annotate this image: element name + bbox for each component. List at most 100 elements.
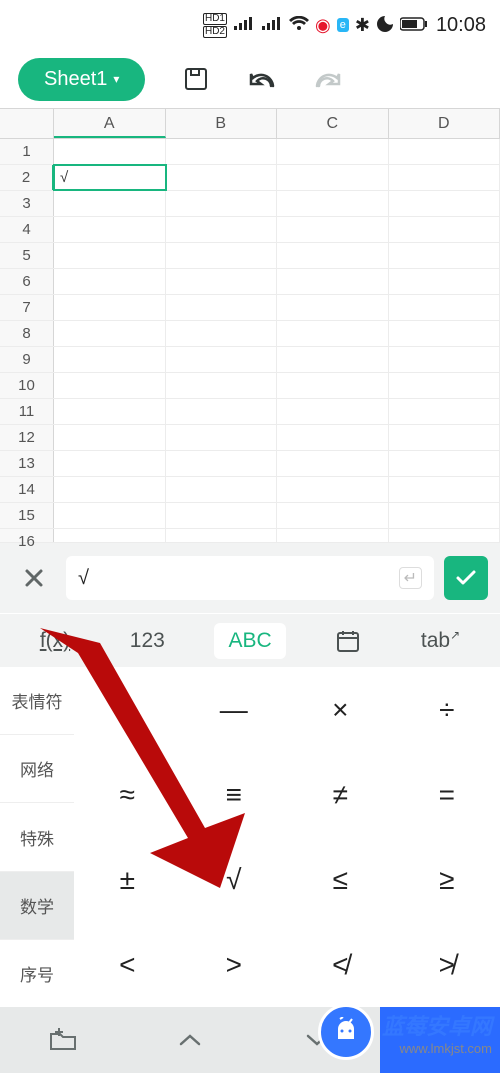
mode-abc[interactable]: ABC — [214, 623, 285, 659]
cell[interactable] — [389, 269, 500, 294]
row-header[interactable]: 12 — [0, 425, 54, 450]
cat-math[interactable]: 数学 — [0, 872, 74, 940]
cell[interactable] — [166, 191, 278, 216]
row-header[interactable]: 4 — [0, 217, 54, 242]
cell[interactable] — [166, 321, 278, 346]
cell[interactable] — [389, 503, 500, 528]
cell[interactable] — [166, 165, 278, 190]
col-header-A[interactable]: A — [54, 109, 166, 138]
cell[interactable] — [389, 451, 500, 476]
cell[interactable] — [389, 529, 500, 542]
cell[interactable] — [166, 243, 278, 268]
cell[interactable] — [277, 321, 389, 346]
key-sqrt[interactable]: √ — [181, 837, 288, 922]
col-header-B[interactable]: B — [166, 109, 278, 138]
cell[interactable] — [54, 503, 166, 528]
cell[interactable] — [166, 477, 278, 502]
cell[interactable] — [389, 347, 500, 372]
col-header-D[interactable]: D — [389, 109, 500, 138]
key-nlt[interactable]: ≮ — [287, 922, 394, 1007]
cell[interactable] — [389, 165, 500, 190]
cell[interactable] — [54, 139, 166, 164]
cell[interactable] — [54, 425, 166, 450]
row-header[interactable]: 15 — [0, 503, 54, 528]
undo-icon[interactable] — [247, 64, 277, 94]
row-header[interactable]: 8 — [0, 321, 54, 346]
key-notequal[interactable]: ≠ — [287, 752, 394, 837]
row-header[interactable]: 2 — [0, 165, 54, 190]
cat-emoji[interactable]: 表情符 — [0, 667, 74, 735]
cat-network[interactable]: 网络 — [0, 735, 74, 803]
spreadsheet-grid[interactable]: A B C D 1 2√ 3 4 5 6 7 8 9 10 11 12 13 1… — [0, 108, 500, 543]
key-divide[interactable]: ÷ — [394, 667, 500, 752]
cell[interactable] — [166, 451, 278, 476]
cell[interactable] — [54, 295, 166, 320]
sheet-tab[interactable]: Sheet1 ▾ — [18, 58, 145, 101]
row-header[interactable]: 7 — [0, 295, 54, 320]
row-header[interactable]: 11 — [0, 399, 54, 424]
cell[interactable] — [166, 217, 278, 242]
key-ngt[interactable]: ≯ — [394, 922, 500, 1007]
mode-123[interactable]: 123 — [120, 625, 175, 657]
cell[interactable] — [277, 217, 389, 242]
cell[interactable] — [166, 139, 278, 164]
nav-down[interactable] — [253, 1033, 380, 1047]
nav-up[interactable] — [127, 1033, 254, 1047]
cell[interactable] — [54, 399, 166, 424]
close-button[interactable] — [12, 556, 56, 600]
cell[interactable] — [389, 217, 500, 242]
row-header[interactable]: 3 — [0, 191, 54, 216]
key-equal[interactable]: = — [394, 752, 500, 837]
cell[interactable] — [277, 503, 389, 528]
row-header[interactable]: 5 — [0, 243, 54, 268]
key-plusminus[interactable]: ± — [74, 837, 181, 922]
cell[interactable] — [54, 451, 166, 476]
nav-action[interactable] — [380, 1007, 500, 1073]
key-gt[interactable]: > — [181, 922, 288, 1007]
key-minus[interactable]: — — [181, 667, 288, 752]
cell[interactable] — [389, 243, 500, 268]
mode-date[interactable] — [325, 624, 371, 658]
row-header[interactable]: 14 — [0, 477, 54, 502]
cell[interactable] — [277, 295, 389, 320]
confirm-button[interactable] — [444, 556, 488, 600]
cell[interactable] — [166, 269, 278, 294]
cell[interactable] — [277, 425, 389, 450]
cell[interactable] — [54, 243, 166, 268]
cell[interactable] — [54, 529, 166, 542]
row-header[interactable]: 1 — [0, 139, 54, 164]
save-icon[interactable] — [181, 64, 211, 94]
formula-input[interactable]: √ ↵ — [66, 556, 434, 600]
cell[interactable] — [389, 295, 500, 320]
redo-icon[interactable] — [313, 64, 343, 94]
cell[interactable] — [277, 269, 389, 294]
cell[interactable] — [54, 217, 166, 242]
cell[interactable] — [166, 373, 278, 398]
cell[interactable] — [166, 399, 278, 424]
cell[interactable] — [54, 321, 166, 346]
cell[interactable] — [277, 191, 389, 216]
cell[interactable] — [166, 529, 278, 542]
cell[interactable] — [277, 347, 389, 372]
key-lt[interactable]: < — [74, 922, 181, 1007]
cell[interactable] — [277, 243, 389, 268]
cell[interactable] — [166, 347, 278, 372]
row-header[interactable]: 16 — [0, 529, 54, 542]
cell[interactable] — [54, 269, 166, 294]
cell[interactable] — [389, 191, 500, 216]
grid-corner[interactable] — [0, 109, 54, 138]
cell[interactable] — [54, 347, 166, 372]
cell[interactable] — [277, 399, 389, 424]
cell[interactable] — [277, 477, 389, 502]
mode-fx[interactable]: f(x) — [30, 625, 80, 657]
cell[interactable] — [389, 477, 500, 502]
key-multiply[interactable]: × — [287, 667, 394, 752]
key-plus[interactable]: + — [74, 667, 181, 752]
cell[interactable] — [277, 451, 389, 476]
cell[interactable] — [54, 477, 166, 502]
row-header[interactable]: 6 — [0, 269, 54, 294]
cell[interactable] — [277, 139, 389, 164]
key-approx[interactable]: ≈ — [74, 752, 181, 837]
cell[interactable] — [389, 373, 500, 398]
row-header[interactable]: 10 — [0, 373, 54, 398]
